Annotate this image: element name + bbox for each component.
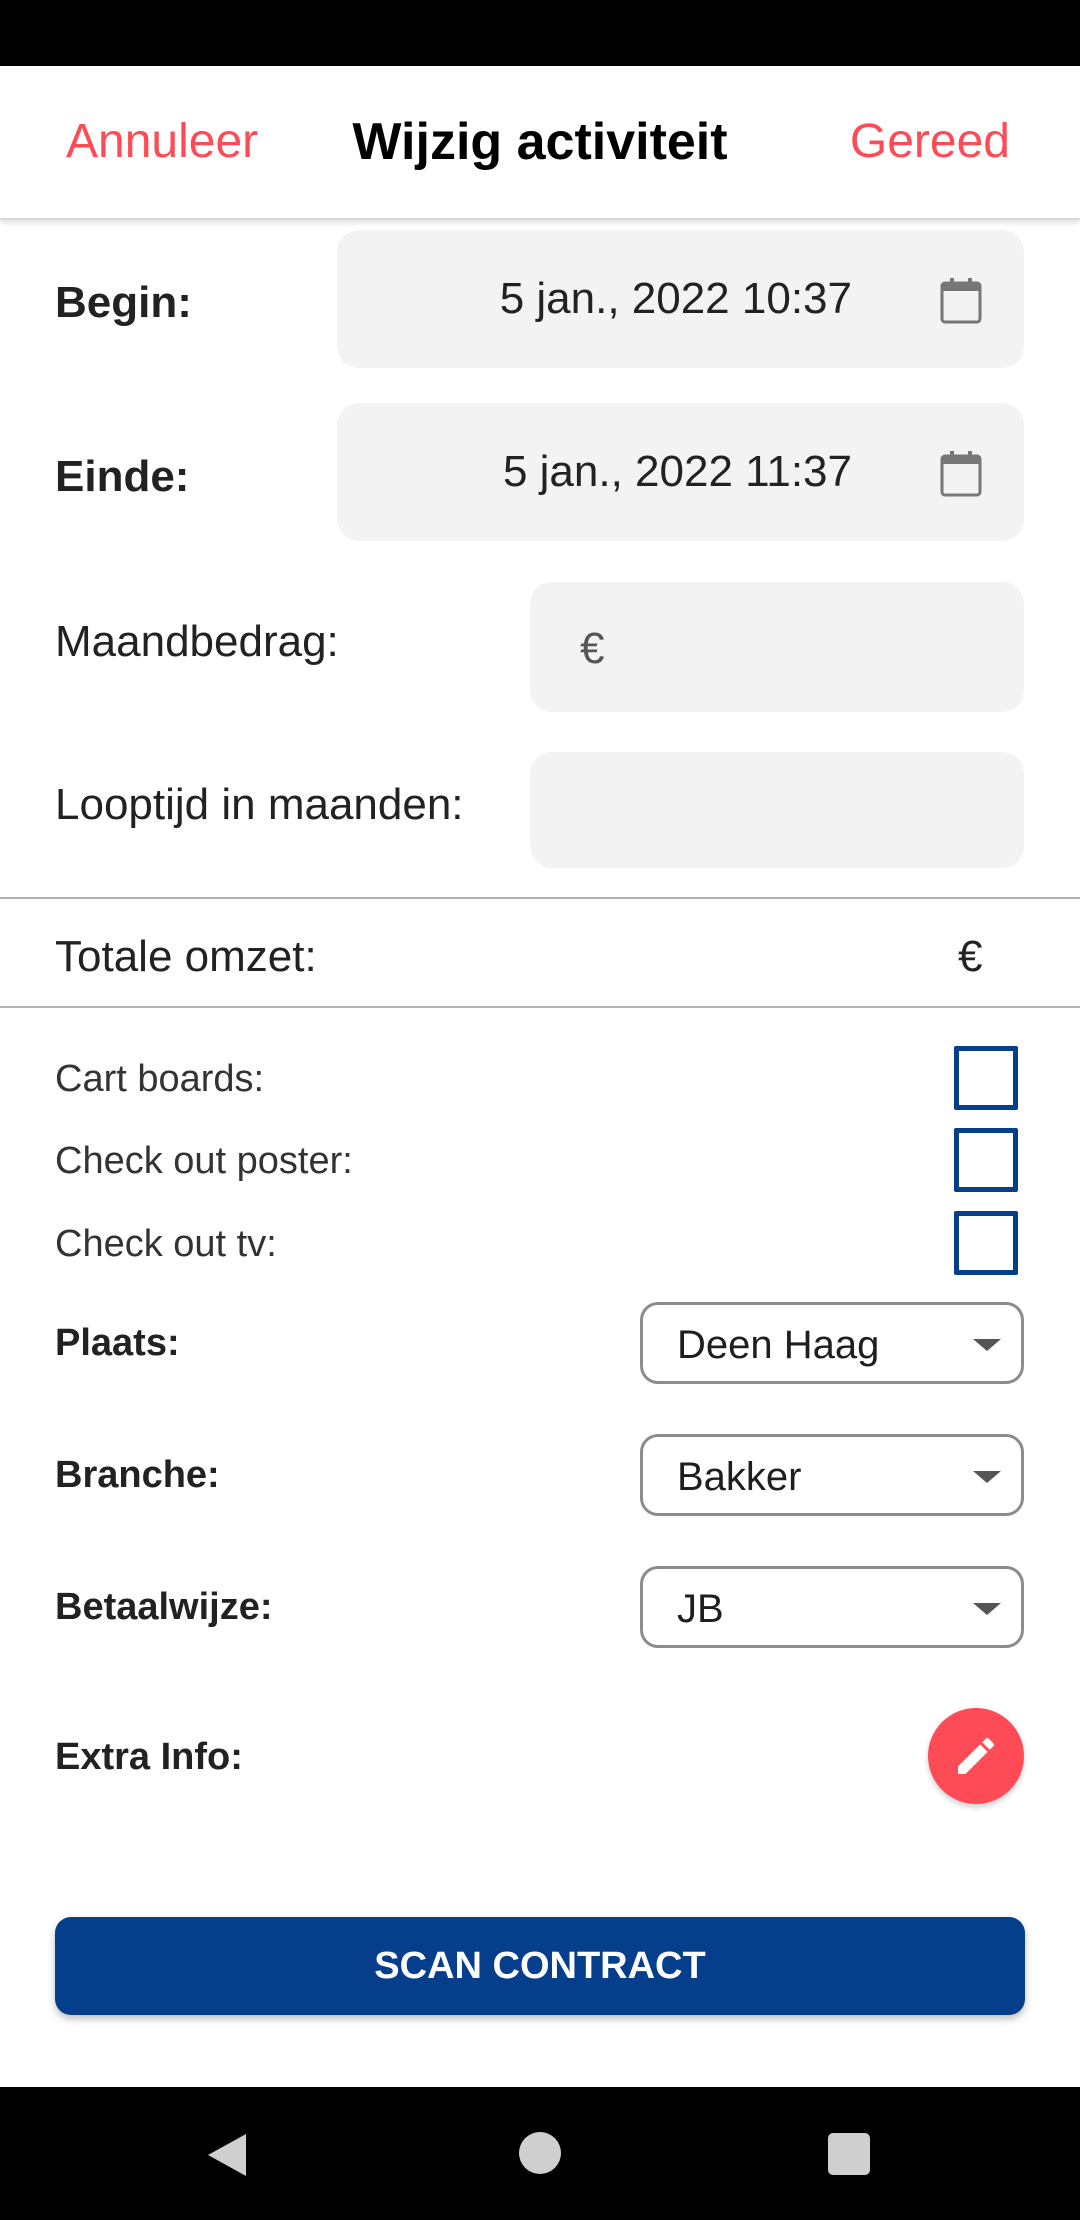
begin-date-field[interactable]: 5 jan., 2022 10:37 [337,230,1024,368]
euro-prefix: € [580,624,605,673]
begin-date-value: 5 jan., 2022 10:37 [499,274,852,323]
top-app-bar: Annuleer Wijzig activiteit Gereed [0,66,1080,220]
monthly-amount-input[interactable]: € [530,582,1024,712]
scan-contract-button[interactable]: SCAN CONTRACT [55,1917,1025,2015]
cart-boards-label: Cart boards: [55,1058,265,1100]
check-out-poster-checkbox[interactable] [954,1128,1018,1192]
monthly-amount-label: Maandbedrag: [55,617,339,666]
dropdown-caret-icon [973,1471,1001,1483]
total-revenue-value: € [958,932,983,981]
navigation-bar [0,2087,1080,2220]
place-selected-value: Deen Haag [677,1323,880,1367]
end-date-value: 5 jan., 2022 11:37 [502,447,852,496]
place-select[interactable]: Deen Haag [640,1302,1024,1384]
back-triangle-icon[interactable] [206,2132,248,2178]
status-bar [0,0,1080,66]
payment-method-selected-value: JB [677,1587,724,1631]
home-circle-icon[interactable] [519,2132,561,2174]
check-out-tv-checkbox[interactable] [954,1211,1018,1275]
done-button[interactable]: Gereed [850,114,1010,169]
begin-label: Begin: [55,278,192,327]
divider [0,1006,1080,1008]
branch-selected-value: Bakker [677,1455,802,1499]
branch-label: Branche: [55,1454,220,1496]
recents-square-icon[interactable] [828,2133,870,2175]
dropdown-caret-icon [973,1339,1001,1351]
calendar-icon [940,278,982,324]
divider [0,897,1080,899]
total-revenue-label: Totale omzet: [55,932,317,981]
place-label: Plaats: [55,1322,180,1364]
check-out-tv-label: Check out tv: [55,1223,277,1265]
end-label: Einde: [55,452,190,501]
duration-input[interactable] [530,752,1024,868]
edit-extra-info-button[interactable] [928,1708,1024,1804]
cart-boards-checkbox[interactable] [954,1046,1018,1110]
payment-method-select[interactable]: JB [640,1566,1024,1648]
branch-select[interactable]: Bakker [640,1434,1024,1516]
payment-method-label: Betaalwijze: [55,1586,273,1628]
duration-label: Looptijd in maanden: [55,780,464,829]
calendar-icon [940,451,982,497]
end-date-field[interactable]: 5 jan., 2022 11:37 [337,403,1024,541]
pencil-icon [958,1737,995,1774]
extra-info-label: Extra Info: [55,1736,243,1778]
check-out-poster-label: Check out poster: [55,1140,353,1182]
dropdown-caret-icon [973,1603,1001,1615]
